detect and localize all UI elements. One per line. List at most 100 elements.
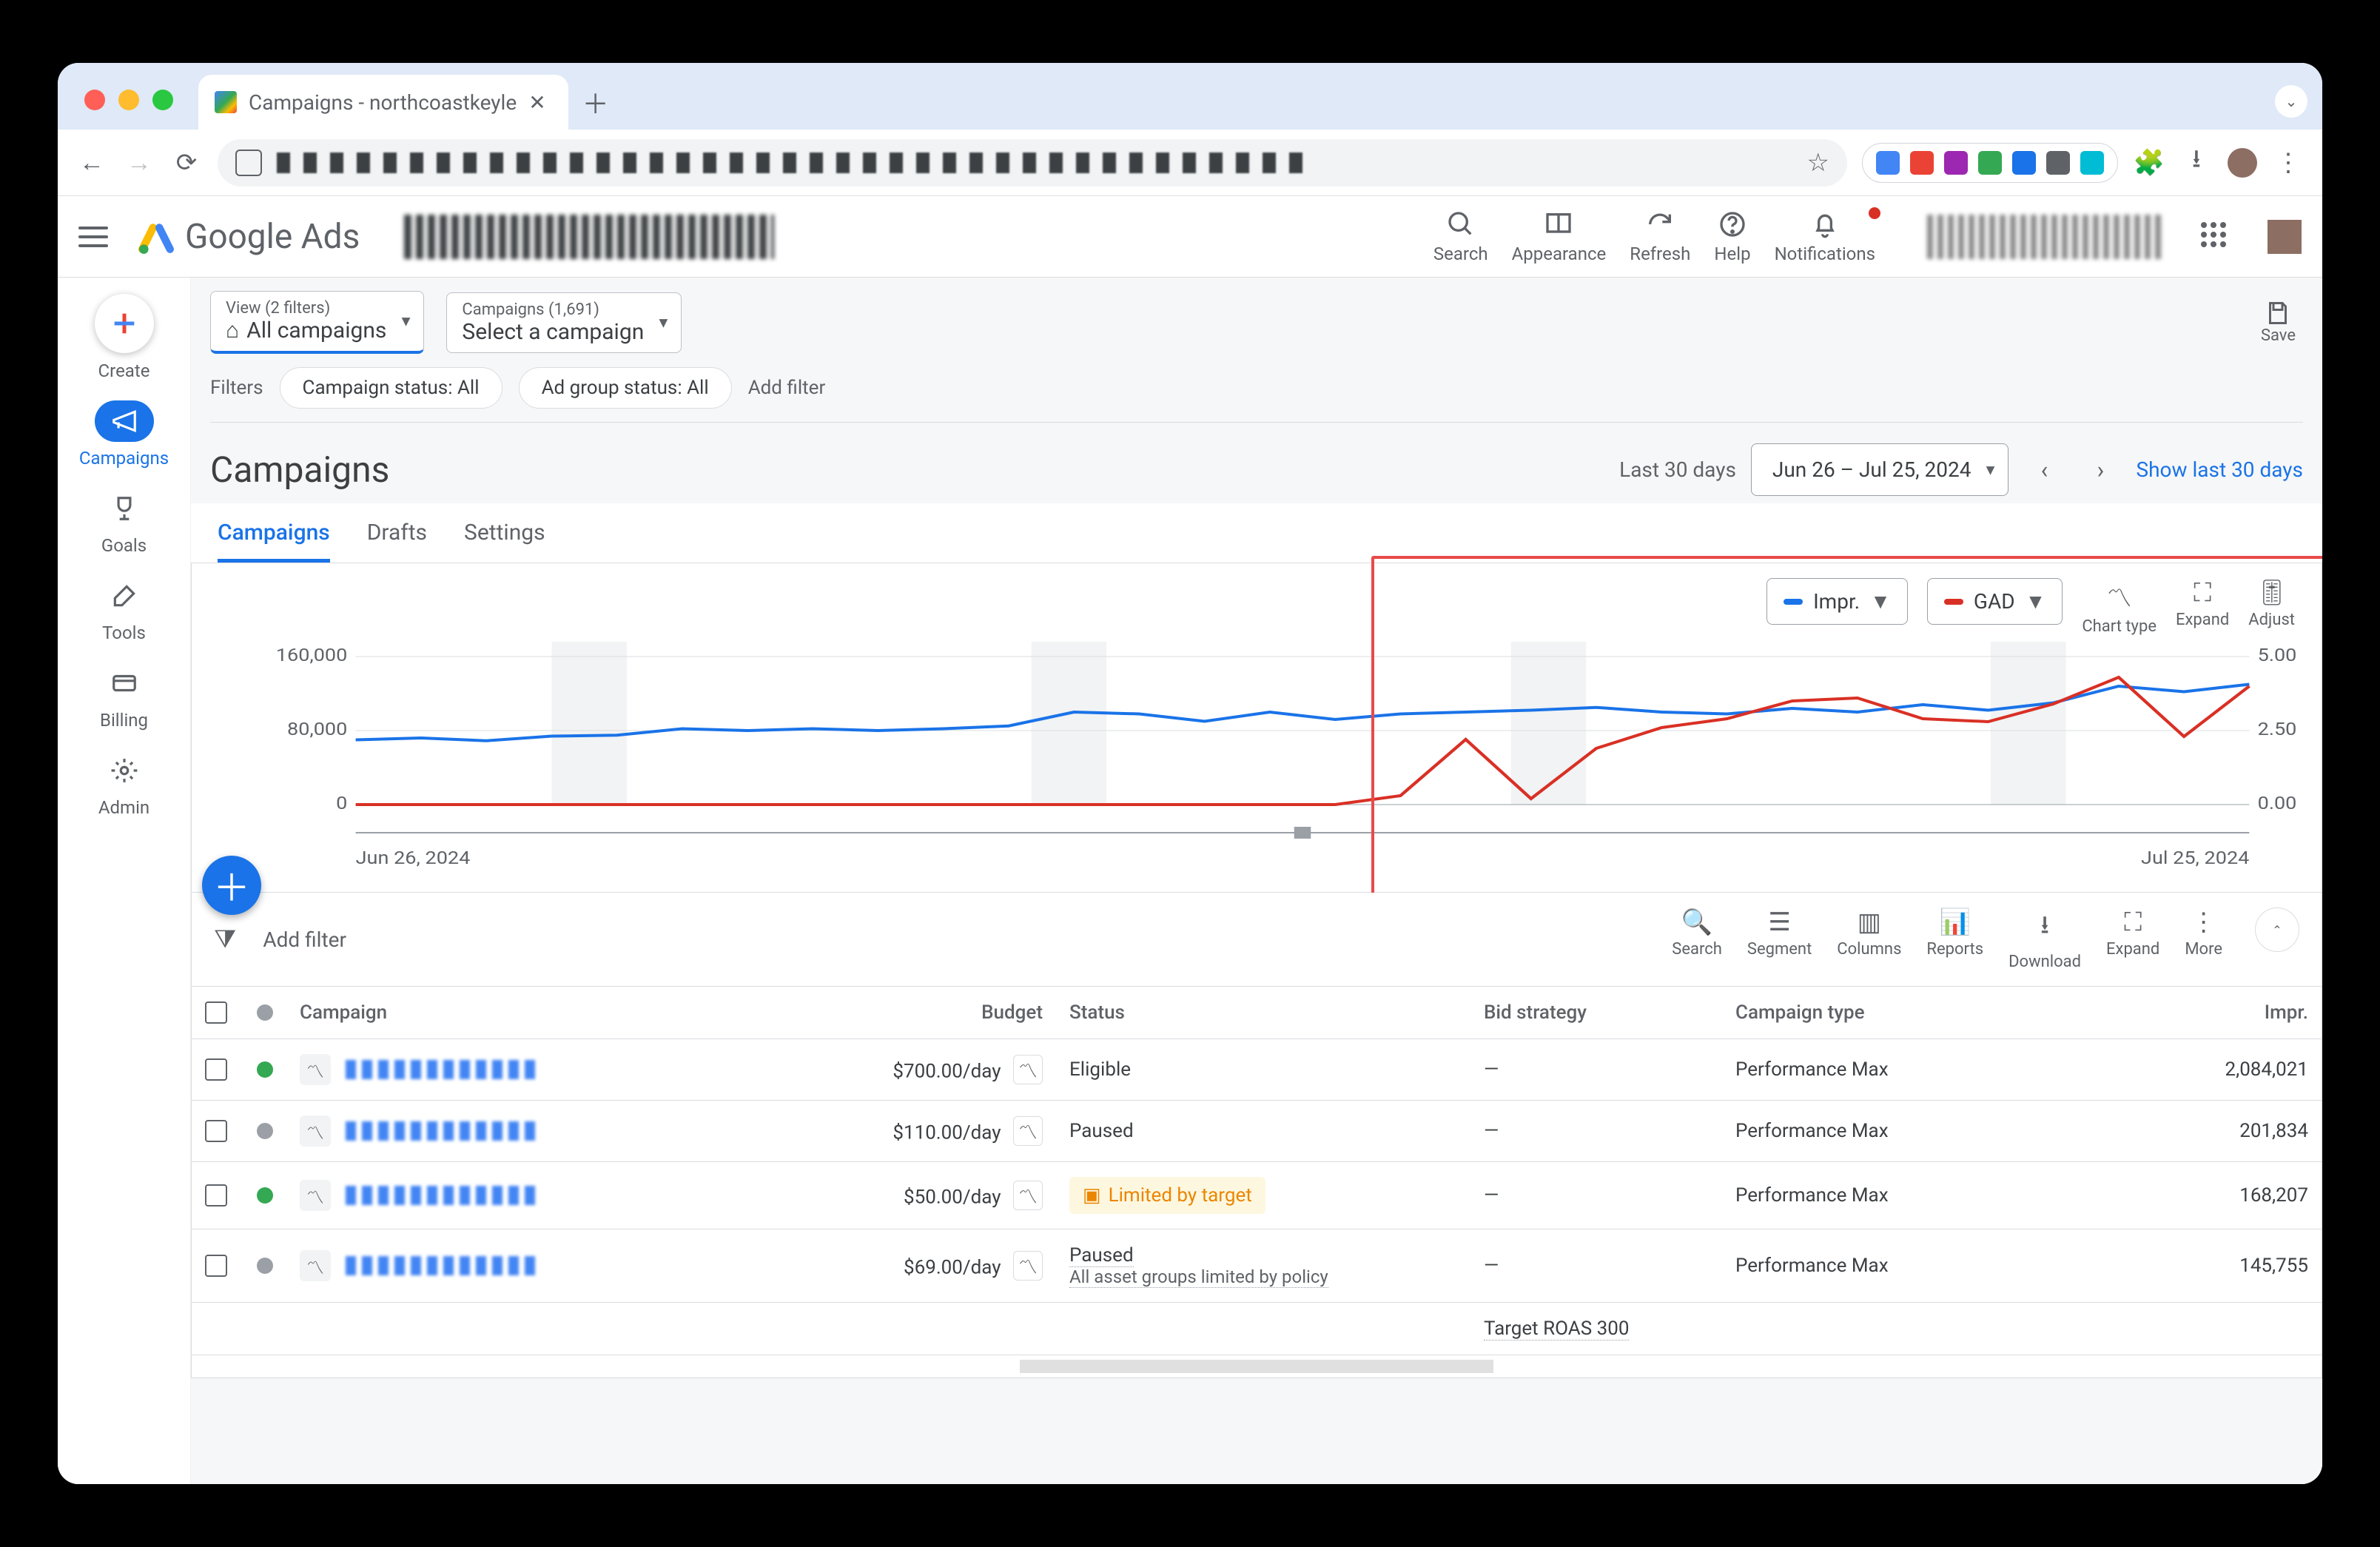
tab-overflow-button[interactable]: ⌄ bbox=[2275, 85, 2307, 118]
close-window-button[interactable] bbox=[84, 90, 105, 110]
nav-goals[interactable]: Goals bbox=[95, 488, 154, 556]
collapse-chart-button[interactable]: ⌃ bbox=[2255, 907, 2299, 952]
row-checkbox[interactable] bbox=[205, 1058, 227, 1081]
browser-tab[interactable]: Campaigns - northcoastkeyle ✕ bbox=[198, 75, 568, 130]
extension-icon[interactable] bbox=[2080, 151, 2104, 175]
app-switcher-icon[interactable] bbox=[2201, 222, 2231, 252]
chart-adjust-button[interactable]: 🎚Adjust bbox=[2248, 578, 2295, 629]
nav-tools[interactable]: Tools bbox=[95, 575, 154, 643]
budget-value[interactable]: $700.00/day bbox=[892, 1061, 1001, 1083]
diagnostics-icon[interactable]: 〽 bbox=[300, 1180, 331, 1211]
save-view-button[interactable]: Save bbox=[2261, 300, 2296, 345]
table-columns-button[interactable]: ▥Columns bbox=[1837, 907, 1901, 959]
table-row[interactable]: 〽 $50.00/day 〽 ▣Limited by target — Perf… bbox=[192, 1162, 2322, 1229]
nav-campaigns[interactable]: Campaigns bbox=[79, 400, 169, 469]
campaign-name-redacted[interactable] bbox=[346, 1256, 538, 1275]
browser-menu-icon[interactable]: ⋮ bbox=[2272, 147, 2305, 179]
campaign-name-redacted[interactable] bbox=[346, 1186, 538, 1205]
row-checkbox[interactable] bbox=[205, 1184, 227, 1207]
table-row[interactable]: 〽 $69.00/day 〽 PausedAll asset groups li… bbox=[192, 1229, 2322, 1303]
refresh-button[interactable]: Refresh bbox=[1630, 209, 1690, 264]
campaign-name-redacted[interactable] bbox=[346, 1060, 538, 1079]
filter-chip-campaign-status[interactable]: Campaign status: All bbox=[280, 367, 502, 409]
table-row[interactable]: 〽 $110.00/day 〽 Paused — Performance Max… bbox=[192, 1101, 2322, 1162]
campaign-selector[interactable]: Campaigns (1,691) Select a campaign ▼ bbox=[446, 292, 682, 353]
campaign-type-cell: Performance Max bbox=[1722, 1039, 1959, 1101]
budget-simulator-icon[interactable]: 〽 bbox=[1013, 1181, 1043, 1210]
budget-value[interactable]: $69.00/day bbox=[904, 1257, 1001, 1279]
filter-icon[interactable]: ⧩ bbox=[214, 924, 236, 954]
chart-expand-button[interactable]: ⛶Expand bbox=[2176, 578, 2229, 629]
chart-svg[interactable]: 160,000 80,000 0 5.00 2.50 0.00 bbox=[214, 642, 2299, 871]
new-tab-button[interactable]: ＋ bbox=[568, 75, 623, 130]
tab-campaigns[interactable]: Campaigns bbox=[218, 520, 330, 563]
table-download-button[interactable]: ⭳Download bbox=[2008, 907, 2081, 971]
extension-icon[interactable] bbox=[1944, 151, 1968, 175]
limited-by-target-badge[interactable]: ▣Limited by target bbox=[1069, 1177, 1265, 1214]
profile-avatar[interactable] bbox=[2228, 148, 2257, 178]
help-button[interactable]: Help bbox=[1714, 209, 1750, 264]
extension-icon[interactable] bbox=[1910, 151, 1934, 175]
tab-settings[interactable]: Settings bbox=[464, 520, 545, 563]
table-row[interactable]: Target ROAS 300 bbox=[192, 1303, 2322, 1355]
table-expand-button[interactable]: ⛶Expand bbox=[2106, 907, 2159, 959]
table-more-button[interactable]: ⋮More bbox=[2185, 907, 2222, 959]
status-cell: PausedAll asset groups limited by policy bbox=[1056, 1229, 1470, 1303]
add-filter-link[interactable]: Add filter bbox=[748, 377, 826, 399]
date-range-picker[interactable]: Jun 26 – Jul 25, 2024 ▼ bbox=[1751, 443, 2009, 496]
budget-simulator-icon[interactable]: 〽 bbox=[1013, 1116, 1043, 1146]
table-reports-button[interactable]: 📊Reports bbox=[1926, 907, 1983, 959]
add-table-filter[interactable]: Add filter bbox=[263, 927, 346, 952]
chart-type-button[interactable]: 〽Chart type bbox=[2082, 578, 2157, 636]
select-all-checkbox[interactable] bbox=[205, 1001, 227, 1024]
new-campaign-fab[interactable]: ＋ bbox=[202, 856, 261, 915]
downloads-icon[interactable]: ⭳ bbox=[2180, 147, 2213, 179]
notifications-button[interactable]: Notifications bbox=[1775, 209, 1875, 264]
diagnostics-icon[interactable]: 〽 bbox=[300, 1054, 331, 1085]
hamburger-menu-icon[interactable] bbox=[78, 218, 115, 255]
budget-value[interactable]: $110.00/day bbox=[892, 1122, 1001, 1144]
google-ads-logo[interactable]: Google Ads bbox=[138, 217, 360, 257]
nav-admin[interactable]: Admin bbox=[95, 750, 154, 818]
extension-icon[interactable] bbox=[1876, 151, 1900, 175]
nav-billing[interactable]: Billing bbox=[95, 662, 154, 731]
address-bar[interactable]: ☆ bbox=[218, 139, 1847, 187]
tab-drafts[interactable]: Drafts bbox=[367, 520, 427, 563]
budget-value[interactable]: $50.00/day bbox=[904, 1187, 1001, 1209]
site-info-icon[interactable] bbox=[235, 150, 262, 176]
status-cell: Eligible bbox=[1056, 1039, 1470, 1101]
filter-chip-adgroup-status[interactable]: Ad group status: All bbox=[519, 367, 732, 409]
appearance-button[interactable]: Appearance bbox=[1512, 209, 1607, 264]
extension-icon[interactable] bbox=[1978, 151, 2002, 175]
row-checkbox[interactable] bbox=[205, 1255, 227, 1277]
extension-icon[interactable] bbox=[2012, 151, 2036, 175]
diagnostics-icon[interactable]: 〽 bbox=[300, 1115, 331, 1147]
table-row[interactable]: 〽 $700.00/day 〽 Eligible — Performance M… bbox=[192, 1039, 2322, 1101]
budget-simulator-icon[interactable]: 〽 bbox=[1013, 1251, 1043, 1281]
extension-icon[interactable] bbox=[2046, 151, 2070, 175]
metric-selector-gad[interactable]: GAD ▼ bbox=[1927, 578, 2063, 625]
close-tab-icon[interactable]: ✕ bbox=[528, 90, 545, 115]
date-prev-button[interactable]: ‹ bbox=[2023, 449, 2065, 491]
diagnostics-icon[interactable]: 〽 bbox=[300, 1250, 331, 1281]
metric-selector-impressions[interactable]: Impr. ▼ bbox=[1766, 578, 1908, 625]
maximize-window-button[interactable] bbox=[152, 90, 173, 110]
forward-button[interactable]: → bbox=[123, 147, 155, 179]
star-icon[interactable]: ☆ bbox=[1807, 148, 1829, 178]
show-last-30-link[interactable]: Show last 30 days bbox=[2136, 457, 2303, 482]
budget-simulator-icon[interactable]: 〽 bbox=[1013, 1055, 1043, 1084]
campaign-name-redacted[interactable] bbox=[346, 1121, 538, 1141]
view-selector[interactable]: View (2 filters) ⌂All campaigns ▼ bbox=[210, 291, 424, 354]
minimize-window-button[interactable] bbox=[118, 90, 139, 110]
table-search-button[interactable]: 🔍Search bbox=[1672, 907, 1722, 959]
reload-button[interactable]: ⟳ bbox=[170, 147, 203, 179]
create-button[interactable] bbox=[95, 294, 154, 353]
horizontal-scrollbar[interactable] bbox=[1020, 1360, 1493, 1373]
date-next-button[interactable]: › bbox=[2080, 449, 2121, 491]
account-avatar[interactable] bbox=[2268, 220, 2302, 254]
row-checkbox[interactable] bbox=[205, 1120, 227, 1142]
extensions-puzzle-icon[interactable]: 🧩 bbox=[2133, 147, 2165, 179]
back-button[interactable]: ← bbox=[75, 147, 108, 179]
search-button[interactable]: Search bbox=[1433, 209, 1488, 264]
table-segment-button[interactable]: ☰Segment bbox=[1747, 907, 1812, 959]
